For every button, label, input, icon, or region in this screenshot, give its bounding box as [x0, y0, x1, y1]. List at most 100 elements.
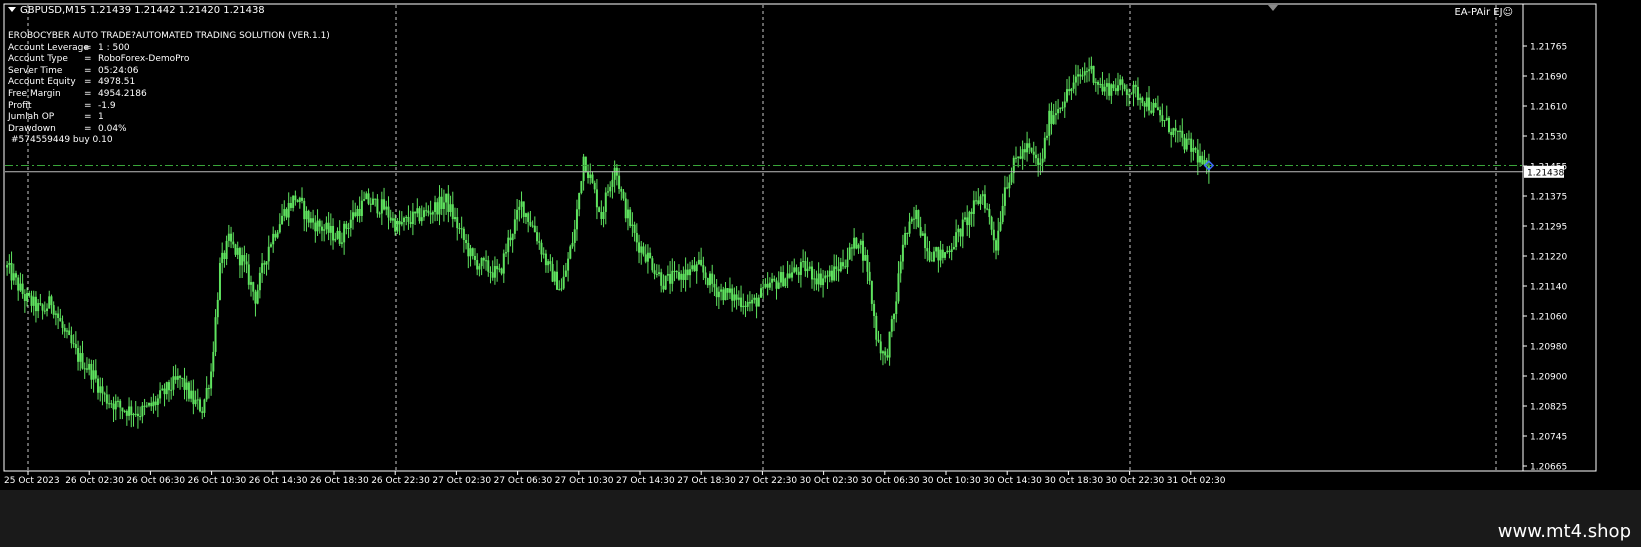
candle-body: [653, 270, 656, 274]
candle-body: [660, 272, 663, 286]
candle-body: [10, 262, 13, 281]
candle-body: [711, 273, 714, 284]
candle-body: [633, 224, 636, 233]
candle-body: [853, 237, 856, 249]
candle-body: [59, 318, 62, 322]
candle-body: [536, 232, 539, 242]
candle-body: [657, 272, 660, 274]
candle-body: [868, 271, 871, 282]
candle-body: [793, 267, 796, 273]
candle-body: [238, 248, 241, 266]
candle-body: [593, 182, 596, 190]
candle-body: [365, 193, 368, 200]
candle-body: [192, 390, 195, 405]
candle-body: [1101, 83, 1104, 92]
price-tick-label: 1.21530: [1530, 133, 1567, 143]
candle-body: [888, 331, 891, 358]
info-row-drawdown: Drawdown = 0.04%: [8, 123, 127, 134]
candle-body: [363, 199, 366, 201]
candle-body: [1130, 93, 1133, 95]
candle-body: [904, 232, 907, 245]
candle-body: [819, 273, 822, 286]
candle-body: [932, 251, 935, 262]
candle-body: [134, 413, 137, 415]
candle-body: [383, 199, 386, 210]
candle-body: [161, 388, 164, 391]
candle-body: [935, 247, 938, 252]
candle-body: [46, 308, 49, 311]
candle-body: [403, 217, 406, 223]
candle-body: [1068, 89, 1071, 92]
candle-body: [737, 297, 740, 300]
candle-body: [995, 240, 998, 251]
candle-body: [332, 225, 335, 241]
candle-body: [258, 272, 261, 291]
candle-body: [185, 382, 188, 390]
candle-body: [629, 209, 632, 226]
time-tick-label: 26 Oct 14:30: [249, 476, 308, 486]
candle-body: [983, 194, 986, 209]
candle-body: [1032, 151, 1035, 155]
candle-body: [808, 266, 811, 269]
candle-body: [944, 252, 947, 258]
candle-body: [1201, 155, 1204, 165]
candle-body: [489, 271, 492, 273]
candle-body: [713, 283, 716, 288]
candle-body: [531, 225, 534, 227]
collapse-triangle-icon[interactable]: [8, 7, 16, 12]
candle-body: [125, 410, 128, 416]
candle-body: [37, 303, 40, 312]
candle-body: [420, 217, 423, 222]
symbol-header: GBPUSD,M15 1.21439 1.21442 1.21420 1.214…: [8, 5, 265, 16]
candle-body: [48, 296, 51, 309]
candle-body: [1179, 130, 1182, 132]
candle-body: [815, 278, 818, 285]
expert-advisor-label[interactable]: EA-PAir EJ☺: [1454, 7, 1513, 18]
time-tick-label: 27 Oct 22:30: [738, 476, 797, 486]
candle-body: [1039, 162, 1042, 165]
time-tick-label: 27 Oct 18:30: [677, 476, 736, 486]
candle-body: [1108, 83, 1111, 96]
candle-body: [516, 209, 519, 220]
candle-body: [287, 203, 290, 218]
candle-body: [1194, 148, 1197, 150]
candle-body: [1037, 158, 1040, 165]
candle-body: [396, 220, 399, 232]
candle-body: [79, 353, 82, 362]
candle-body: [1090, 65, 1093, 70]
candle-body: [842, 262, 845, 267]
candle-body: [773, 278, 776, 281]
candle-body: [318, 220, 321, 227]
chart-window[interactable]: 1.21438 1.21765 1.21690 1.21610 1.21530 1.21…: [0, 0, 1641, 547]
candle-body: [1092, 65, 1095, 83]
candle-body: [480, 257, 483, 267]
candle-body: [795, 267, 798, 272]
candle-body: [1019, 156, 1022, 159]
candle-body: [684, 269, 687, 280]
candle-body: [476, 260, 479, 270]
candle-body: [236, 248, 239, 255]
candle-body: [544, 253, 547, 266]
candle-body: [673, 270, 676, 272]
candle-body: [298, 197, 301, 202]
candle-body: [205, 387, 208, 400]
candle-body: [666, 273, 669, 276]
candle-body: [493, 266, 496, 278]
order-label[interactable]: #574559449 buy 0.10: [8, 135, 330, 147]
candle-body: [824, 275, 827, 279]
candle-body: [1052, 115, 1055, 124]
candle-body: [571, 242, 574, 247]
price-tick-label: 1.21690: [1530, 73, 1567, 83]
candle-body: [1148, 97, 1151, 111]
candle-body: [731, 288, 734, 301]
candle-body: [1161, 115, 1164, 121]
candle-body: [635, 232, 638, 243]
time-tick-label: 30 Oct 02:30: [800, 476, 859, 486]
candle-body: [963, 217, 966, 220]
candle-body: [908, 221, 911, 234]
candle-body: [101, 386, 104, 394]
candle-body: [469, 248, 472, 257]
candle-body: [551, 263, 554, 282]
candle-body: [897, 273, 900, 302]
candle-body: [677, 272, 680, 280]
